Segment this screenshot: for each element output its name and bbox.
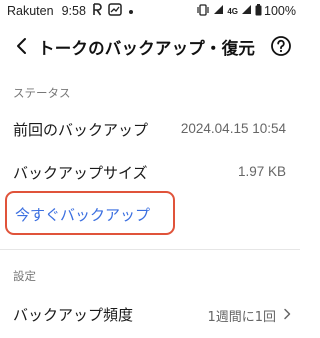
last-backup-label: 前回のバックアップ — [13, 121, 149, 139]
battery-percent: 100% — [264, 4, 296, 18]
last-backup-value: 2024.04.15 10:54 — [180, 121, 286, 136]
section-divider — [0, 249, 300, 250]
backup-frequency-value: 1週間に1回 — [207, 310, 276, 325]
notification-dot-icon — [128, 4, 134, 18]
backup-size-value: 1.97 KB — [237, 164, 286, 179]
battery-icon — [255, 3, 262, 19]
status-bar-left: Rakuten 9:58 — [7, 3, 134, 19]
backup-frequency-row[interactable]: バックアップ頻度 1週間に1回 — [0, 295, 300, 333]
backup-size-label: バックアップサイズ — [13, 164, 148, 182]
backup-now-label: 今すぐバックアップ — [15, 206, 151, 224]
help-icon — [271, 36, 291, 56]
settings-section-header: 設定 — [13, 269, 36, 283]
clock: 9:58 — [61, 4, 86, 18]
status-bar: Rakuten 9:58 4G 100% — [0, 0, 300, 22]
last-backup-row: 前回のバックアップ 2024.04.15 10:54 — [0, 110, 300, 148]
chevron-left-icon — [17, 38, 26, 54]
carrier-name: Rakuten — [7, 4, 54, 18]
status-section-header: ステータス — [13, 86, 71, 100]
chevron-right-icon — [284, 308, 291, 320]
back-button[interactable] — [8, 32, 36, 60]
backup-frequency-label: バックアップ頻度 — [13, 306, 134, 324]
app-bar: トークのバックアップ・復元 — [0, 26, 300, 66]
page-title: トークのバックアップ・復元 — [38, 39, 256, 58]
vibrate-icon — [196, 3, 210, 19]
help-button[interactable] — [270, 35, 292, 57]
rakuten-app-icon — [92, 3, 102, 19]
status-bar-right: 4G 100% — [193, 3, 296, 19]
backup-size-row: バックアップサイズ 1.97 KB — [0, 153, 300, 191]
network-type: 4G — [227, 6, 239, 16]
signal-icon — [213, 4, 224, 18]
backup-now-button[interactable]: 今すぐバックアップ — [5, 191, 175, 235]
signal-icon-2 — [241, 4, 252, 18]
gallery-icon — [108, 3, 122, 19]
